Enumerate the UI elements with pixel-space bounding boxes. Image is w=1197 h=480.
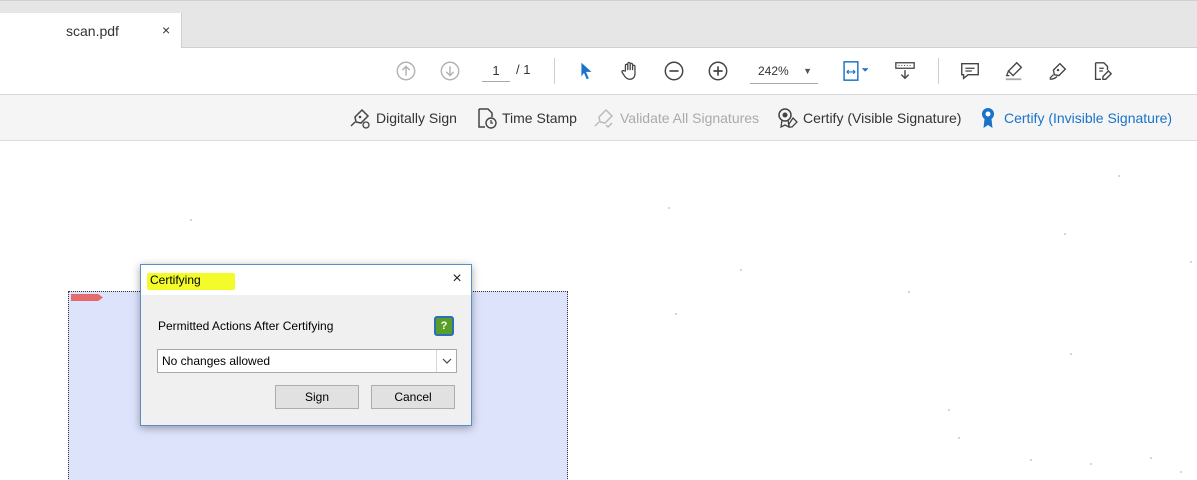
tab-label: scan.pdf: [66, 23, 119, 39]
sign-button[interactable]: Sign: [275, 385, 359, 409]
sign-pen-icon[interactable]: [1046, 59, 1070, 83]
scan-speck: [1180, 471, 1182, 473]
scan-speck: [675, 313, 677, 315]
highlight-icon[interactable]: [1002, 59, 1026, 83]
scan-speck: [740, 269, 742, 271]
digitally-sign-button[interactable]: Digitally Sign: [348, 105, 457, 131]
tab-bar: scan.pdf ×: [0, 0, 1197, 49]
clock-document-icon: [478, 108, 497, 129]
scan-speck: [908, 291, 910, 293]
ribbon-badge-icon: [982, 108, 994, 128]
certifying-dialog: Certifying × Permitted Actions After Cer…: [140, 264, 472, 426]
help-glyph: ?: [440, 320, 448, 332]
scan-speck: [668, 207, 670, 209]
validate-pen-icon: [594, 108, 614, 129]
scan-speck: [1118, 175, 1120, 177]
certify-visible-label: Certify (Visible Signature): [803, 110, 962, 126]
signature-flag-icon: [71, 294, 103, 301]
certify-invisible-button[interactable]: Certify (Invisible Signature): [976, 105, 1172, 131]
zoom-level-select[interactable]: 242% ▼: [750, 60, 818, 84]
toolbar-divider: [938, 58, 939, 84]
scan-speck: [958, 437, 960, 439]
comment-icon[interactable]: [958, 59, 982, 83]
scan-speck: [1064, 233, 1066, 235]
scan-speck: [1190, 261, 1192, 263]
digitally-sign-label: Digitally Sign: [376, 110, 457, 126]
scan-speck: [190, 219, 192, 221]
tab-scan-pdf[interactable]: scan.pdf ×: [0, 13, 182, 49]
cancel-button[interactable]: Cancel: [371, 385, 455, 409]
help-icon[interactable]: ?: [434, 316, 454, 336]
validate-all-label: Validate All Signatures: [620, 110, 760, 126]
hand-icon[interactable]: [618, 59, 642, 83]
zoom-level-value: 242%: [758, 64, 789, 78]
zoom-out-icon[interactable]: [662, 59, 686, 83]
scan-speck: [1090, 463, 1092, 465]
scan-speck: [1030, 459, 1032, 461]
tab-close-icon[interactable]: ×: [162, 22, 170, 38]
fit-page-icon[interactable]: [838, 59, 874, 83]
page-up-icon[interactable]: [394, 59, 418, 83]
pen-nib-icon: [350, 108, 370, 129]
scan-speck: [948, 409, 950, 411]
scan-speck: [1150, 457, 1152, 459]
time-stamp-label: Time Stamp: [502, 110, 577, 126]
chevron-down-icon: ▼: [803, 66, 812, 76]
permitted-actions-select[interactable]: No changes allowed: [157, 349, 457, 373]
page-total: / 1: [516, 62, 531, 77]
chevron-down-icon: [436, 350, 456, 372]
certify-badge-icon: [778, 108, 798, 129]
permitted-actions-value: No changes allowed: [162, 354, 271, 368]
permitted-actions-label: Permitted Actions After Certifying: [158, 319, 334, 333]
toolbar-divider: [554, 58, 555, 84]
dialog-titlebar: Certifying ×: [141, 265, 471, 295]
close-icon[interactable]: ×: [448, 269, 466, 289]
validate-all-signatures-button[interactable]: Validate All Signatures: [592, 105, 759, 131]
main-toolbar: 1 / 1 242% ▼: [0, 48, 1197, 95]
signature-toolbar: Digitally Sign Time Stamp Validate All S…: [0, 95, 1197, 141]
edit-pdf-icon[interactable]: [1090, 59, 1114, 83]
zoom-in-icon[interactable]: [706, 59, 730, 83]
page-down-icon[interactable]: [438, 59, 462, 83]
scroll-mode-icon[interactable]: [893, 59, 917, 83]
certify-visible-button[interactable]: Certify (Visible Signature): [775, 105, 961, 131]
scan-speck: [1070, 353, 1072, 355]
select-cursor-icon[interactable]: [574, 59, 598, 83]
page-number-input[interactable]: 1: [482, 60, 510, 82]
certify-invisible-label: Certify (Invisible Signature): [1004, 110, 1173, 126]
dialog-title: Certifying: [147, 273, 235, 290]
time-stamp-button[interactable]: Time Stamp: [474, 105, 577, 131]
